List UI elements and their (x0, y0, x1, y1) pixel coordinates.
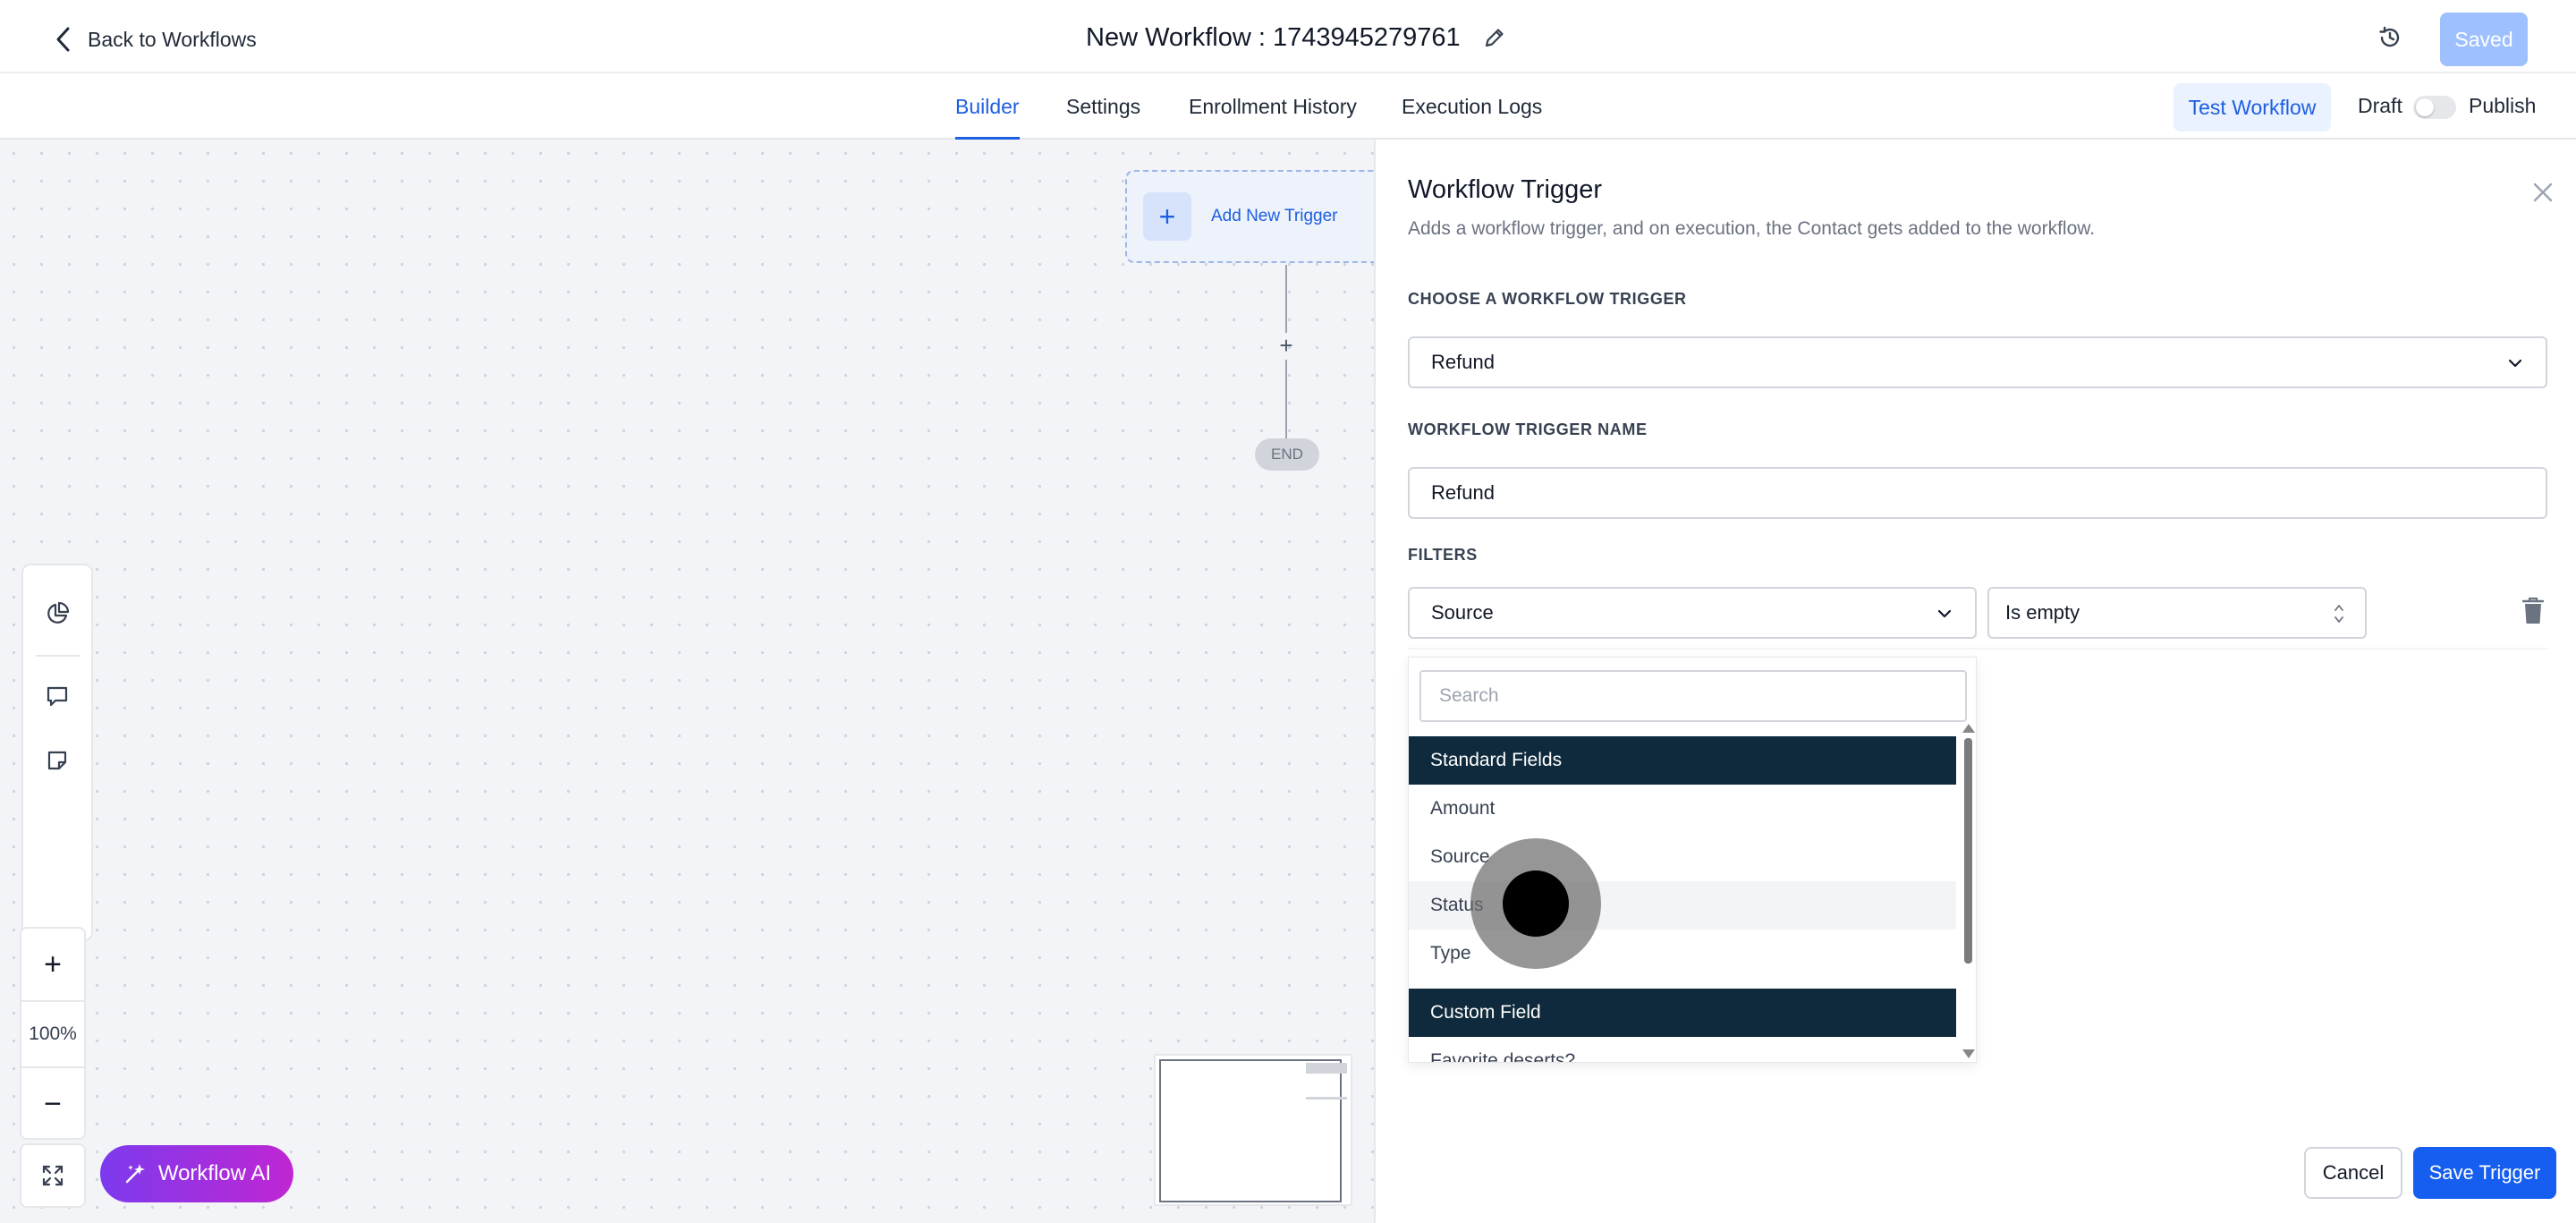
end-node: END (1255, 438, 1319, 471)
minimap-node (1306, 1097, 1347, 1100)
workflow-canvas[interactable]: + Add New Trigger + END + 100% − Workflo… (0, 140, 1374, 1223)
expand-icon (42, 1165, 64, 1186)
canvas-minimap[interactable] (1154, 1054, 1352, 1206)
trigger-type-value: Refund (1431, 351, 1495, 373)
trigger-type-select[interactable]: Refund (1408, 336, 2547, 388)
minimap-node (1306, 1063, 1347, 1074)
connector-line (1285, 360, 1287, 438)
trigger-name-label: WORKFLOW TRIGGER NAME (1408, 420, 1648, 438)
cancel-button[interactable]: Cancel (2304, 1147, 2402, 1199)
sparkle-icon (125, 1164, 145, 1184)
group-header-custom-field: Custom Field (1409, 989, 1956, 1037)
comment-tool-button[interactable] (23, 669, 91, 723)
dropdown-scrollbar[interactable] (1960, 722, 1976, 1062)
delete-trash-icon[interactable] (2521, 596, 2546, 626)
top-header: Back to Workflows New Workflow : 1743945… (0, 0, 2576, 73)
filters-label: FILTERS (1408, 546, 1478, 564)
back-label: Back to Workflows (88, 27, 257, 51)
version-history-button[interactable] (2372, 20, 2408, 55)
workflow-ai-button[interactable]: Workflow AI (100, 1145, 293, 1202)
publish-label: Publish (2469, 94, 2537, 117)
option-amount[interactable]: Amount (1409, 785, 1956, 833)
divider (1408, 648, 2547, 650)
filter-operator-select[interactable]: Is empty (1987, 587, 2367, 639)
fit-to-screen-button[interactable] (20, 1143, 86, 1208)
sticky-note-tool-button[interactable] (23, 734, 91, 787)
workflow-trigger-drawer: Workflow Trigger Adds a workflow trigger… (1374, 140, 2576, 1223)
back-to-workflows-link[interactable]: Back to Workflows (52, 20, 257, 59)
filter-operator-value: Is empty (2005, 601, 2080, 624)
publish-toggle[interactable] (2413, 96, 2456, 119)
stats-tool-button[interactable] (23, 587, 91, 641)
chevron-left-icon (56, 27, 70, 52)
minimap-viewport[interactable] (1159, 1059, 1342, 1202)
drawer-title: Workflow Trigger (1408, 175, 1603, 204)
filter-field-select[interactable]: Source (1408, 587, 1977, 639)
chevron-down-icon (1937, 609, 1952, 618)
edit-pencil-icon[interactable] (1482, 25, 1507, 50)
chevron-down-icon (2508, 359, 2522, 368)
group-header-standard-fields: Standard Fields (1409, 736, 1956, 785)
canvas-side-toolbar (21, 564, 93, 941)
trigger-name-input[interactable]: Refund (1408, 467, 2547, 519)
dropdown-search-input[interactable] (1419, 670, 1967, 722)
drawer-description: Adds a workflow trigger, and on executio… (1408, 218, 2096, 239)
scroll-down-arrow-icon[interactable] (1962, 1049, 1975, 1058)
saved-button[interactable]: Saved (2440, 13, 2528, 66)
comment-icon (47, 686, 68, 707)
workflow-ai-label: Workflow AI (157, 1161, 272, 1185)
connector-line (1285, 265, 1287, 333)
zoom-out-button[interactable]: − (21, 1070, 84, 1138)
sticky-note-icon (47, 751, 67, 770)
tab-execution-logs[interactable]: Execution Logs (1402, 73, 1542, 140)
add-step-plus-icon[interactable]: + (1275, 334, 1297, 357)
zoom-in-button[interactable]: + (21, 930, 84, 998)
zoom-level: 100% (21, 1000, 84, 1068)
filter-field-value: Source (1431, 601, 1494, 624)
save-trigger-button[interactable]: Save Trigger (2413, 1147, 2556, 1199)
tab-bar: Builder Settings Enrollment History Exec… (0, 73, 2576, 140)
test-workflow-button[interactable]: Test Workflow (2174, 83, 2331, 132)
history-clock-icon (2379, 26, 2400, 47)
click-indicator-dot (1503, 871, 1569, 937)
tab-settings[interactable]: Settings (1066, 73, 1140, 140)
workflow-title: New Workflow : 1743945279761 (1086, 20, 1507, 55)
close-icon[interactable] (2529, 179, 2556, 206)
sort-updown-icon (2334, 605, 2343, 623)
workflow-title-text: New Workflow : 1743945279761 (1086, 22, 1461, 52)
trigger-name-value: Refund (1431, 481, 1495, 504)
tab-builder[interactable]: Builder (955, 73, 1020, 140)
scroll-up-arrow-icon[interactable] (1962, 724, 1975, 733)
draft-label: Draft (2358, 94, 2402, 117)
tab-enrollment-history[interactable]: Enrollment History (1189, 73, 1357, 140)
option-favorite-deserts[interactable]: Favorite deserts? (1409, 1037, 1956, 1062)
plus-icon: + (1143, 192, 1191, 241)
choose-trigger-label: CHOOSE A WORKFLOW TRIGGER (1408, 290, 1687, 308)
zoom-controls: + 100% − (20, 927, 86, 1140)
toolbar-divider (36, 655, 80, 657)
add-new-trigger-card[interactable]: + Add New Trigger (1125, 170, 1374, 263)
scrollbar-thumb[interactable] (1964, 738, 1972, 964)
add-trigger-label: Add New Trigger (1211, 207, 1338, 225)
pie-chart-icon (47, 601, 70, 624)
